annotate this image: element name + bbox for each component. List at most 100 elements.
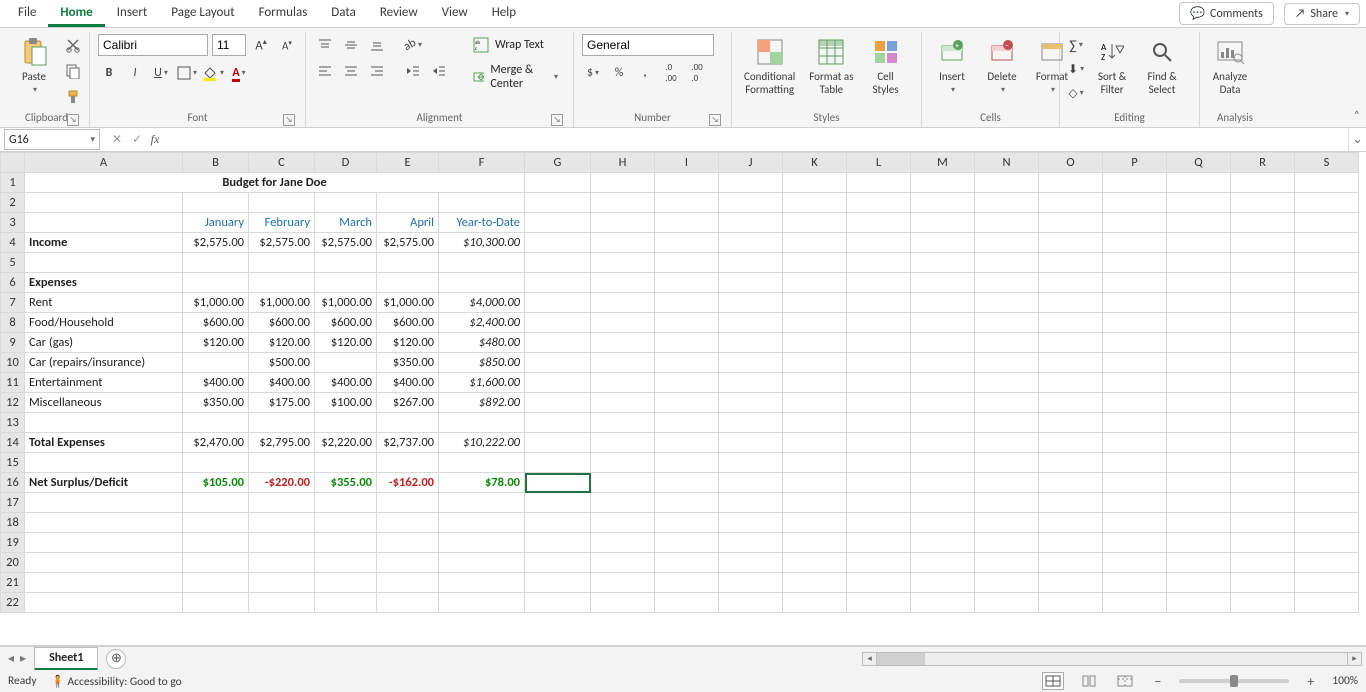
cell-P20[interactable] xyxy=(1103,553,1167,573)
cell-S20[interactable] xyxy=(1295,553,1359,573)
cell-G21[interactable] xyxy=(525,573,591,593)
cell-C11[interactable]: $400.00 xyxy=(249,373,315,393)
cell-Q15[interactable] xyxy=(1167,453,1231,473)
column-header-N[interactable]: N xyxy=(975,153,1039,173)
cell-E12[interactable]: $267.00 xyxy=(377,393,439,413)
cell-P15[interactable] xyxy=(1103,453,1167,473)
increase-decimal-button[interactable]: .0.00 xyxy=(660,62,682,84)
cell-R4[interactable] xyxy=(1231,233,1295,253)
cell-D13[interactable] xyxy=(315,413,377,433)
cell-L14[interactable] xyxy=(847,433,911,453)
cell-P13[interactable] xyxy=(1103,413,1167,433)
cell-H12[interactable] xyxy=(591,393,655,413)
cell-M20[interactable] xyxy=(911,553,975,573)
comma-button[interactable]: , xyxy=(634,62,656,84)
cell-G5[interactable] xyxy=(525,253,591,273)
cell-C3[interactable]: February xyxy=(249,213,315,233)
row-header-7[interactable]: 7 xyxy=(1,293,25,313)
cell-E5[interactable] xyxy=(377,253,439,273)
cell-K17[interactable] xyxy=(783,493,847,513)
row-header-8[interactable]: 8 xyxy=(1,313,25,333)
cell-N3[interactable] xyxy=(975,213,1039,233)
cell-B7[interactable]: $1,000.00 xyxy=(183,293,249,313)
cell-G14[interactable] xyxy=(525,433,591,453)
cell-S12[interactable] xyxy=(1295,393,1359,413)
cell-O17[interactable] xyxy=(1039,493,1103,513)
cell-Q21[interactable] xyxy=(1167,573,1231,593)
row-header-17[interactable]: 17 xyxy=(1,493,25,513)
cell-F21[interactable] xyxy=(439,573,525,593)
cell-A18[interactable] xyxy=(25,513,183,533)
cell-K13[interactable] xyxy=(783,413,847,433)
cell-R6[interactable] xyxy=(1231,273,1295,293)
cell-B21[interactable] xyxy=(183,573,249,593)
cell-J7[interactable] xyxy=(719,293,783,313)
bold-button[interactable]: B xyxy=(98,62,120,84)
cell-D16[interactable]: $355.00 xyxy=(315,473,377,493)
format-painter-button[interactable] xyxy=(62,86,84,108)
cell-D11[interactable]: $400.00 xyxy=(315,373,377,393)
cell-K12[interactable] xyxy=(783,393,847,413)
cell-F15[interactable] xyxy=(439,453,525,473)
cell-O20[interactable] xyxy=(1039,553,1103,573)
cell-S11[interactable] xyxy=(1295,373,1359,393)
row-header-14[interactable]: 14 xyxy=(1,433,25,453)
column-header-Q[interactable]: Q xyxy=(1167,153,1231,173)
row-header-9[interactable]: 9 xyxy=(1,333,25,353)
cell-P11[interactable] xyxy=(1103,373,1167,393)
tab-nav-next[interactable]: ▸ xyxy=(18,651,28,666)
cell-Q8[interactable] xyxy=(1167,313,1231,333)
cell-S7[interactable] xyxy=(1295,293,1359,313)
cell-N15[interactable] xyxy=(975,453,1039,473)
cell-H7[interactable] xyxy=(591,293,655,313)
cell-A20[interactable] xyxy=(25,553,183,573)
cell-O13[interactable] xyxy=(1039,413,1103,433)
enter-formula-button[interactable]: ✓ xyxy=(128,132,146,147)
cell-P6[interactable] xyxy=(1103,273,1167,293)
cell-A14[interactable]: Total Expenses xyxy=(25,433,183,453)
row-header-4[interactable]: 4 xyxy=(1,233,25,253)
cell-S16[interactable] xyxy=(1295,473,1359,493)
cell-S9[interactable] xyxy=(1295,333,1359,353)
cell-O3[interactable] xyxy=(1039,213,1103,233)
conditional-formatting-button[interactable]: Conditional Formatting xyxy=(740,34,799,98)
cell-Q20[interactable] xyxy=(1167,553,1231,573)
cell-B14[interactable]: $2,470.00 xyxy=(183,433,249,453)
cell-P12[interactable] xyxy=(1103,393,1167,413)
cell-C20[interactable] xyxy=(249,553,315,573)
cell-C22[interactable] xyxy=(249,593,315,613)
cell-J18[interactable] xyxy=(719,513,783,533)
cell-J20[interactable] xyxy=(719,553,783,573)
cell-D10[interactable] xyxy=(315,353,377,373)
cell-F22[interactable] xyxy=(439,593,525,613)
cell-L12[interactable] xyxy=(847,393,911,413)
column-header-E[interactable]: E xyxy=(377,153,439,173)
row-header-19[interactable]: 19 xyxy=(1,533,25,553)
cell-L11[interactable] xyxy=(847,373,911,393)
cell-F6[interactable] xyxy=(439,273,525,293)
cell-E16[interactable]: -$162.00 xyxy=(377,473,439,493)
cell-K11[interactable] xyxy=(783,373,847,393)
cell-C10[interactable]: $500.00 xyxy=(249,353,315,373)
cell-H3[interactable] xyxy=(591,213,655,233)
cell-F14[interactable]: $10,222.00 xyxy=(439,433,525,453)
menu-tab-insert[interactable]: Insert xyxy=(105,0,160,27)
cell-G18[interactable] xyxy=(525,513,591,533)
cell-G10[interactable] xyxy=(525,353,591,373)
cell-M16[interactable] xyxy=(911,473,975,493)
cell-C1[interactable] xyxy=(525,173,591,193)
column-header-C[interactable]: C xyxy=(249,153,315,173)
cell-I6[interactable] xyxy=(655,273,719,293)
cell-M5[interactable] xyxy=(911,253,975,273)
cell-O6[interactable] xyxy=(1039,273,1103,293)
cell-K5[interactable] xyxy=(783,253,847,273)
cell-L10[interactable] xyxy=(847,353,911,373)
cell-B16[interactable]: $105.00 xyxy=(183,473,249,493)
number-format-select[interactable] xyxy=(582,34,714,56)
cell-I10[interactable] xyxy=(655,353,719,373)
cell-O18[interactable] xyxy=(1039,513,1103,533)
cell-R5[interactable] xyxy=(1231,253,1295,273)
cell-J4[interactable] xyxy=(719,233,783,253)
cell-R8[interactable] xyxy=(1231,313,1295,333)
menu-tab-page-layout[interactable]: Page Layout xyxy=(159,0,246,27)
